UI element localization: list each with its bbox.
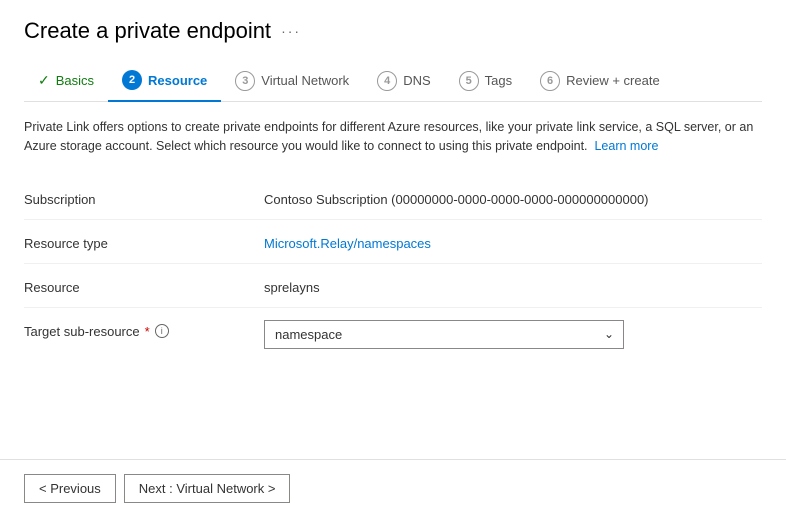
checkmark-icon: ✓ — [38, 72, 50, 89]
subscription-label: Subscription — [24, 188, 264, 207]
step-dns-label: DNS — [403, 73, 430, 88]
step-review-label: Review + create — [566, 73, 660, 88]
step-dns-number: 4 — [377, 71, 397, 91]
previous-button[interactable]: < Previous — [24, 474, 116, 503]
target-sub-resource-dropdown-container: namespace ⌄ — [264, 320, 624, 349]
step-resource[interactable]: 2 Resource — [108, 62, 221, 102]
step-vnet-label: Virtual Network — [261, 73, 349, 88]
subscription-row: Subscription Contoso Subscription (00000… — [24, 176, 762, 220]
step-review-create[interactable]: 6 Review + create — [526, 63, 674, 101]
title-row: Create a private endpoint ··· — [24, 18, 762, 44]
resource-value: sprelayns — [264, 276, 320, 295]
step-tags[interactable]: 5 Tags — [445, 63, 526, 101]
step-basics[interactable]: ✓ Basics — [24, 64, 108, 99]
target-sub-resource-row: Target sub-resource * i namespace ⌄ — [24, 308, 762, 361]
target-sub-resource-label: Target sub-resource * i — [24, 320, 264, 339]
info-text: Private Link offers options to create pr… — [24, 118, 762, 156]
resource-type-label: Resource type — [24, 232, 264, 251]
step-tags-label: Tags — [485, 73, 512, 88]
target-sub-resource-select[interactable]: namespace — [264, 320, 624, 349]
ellipsis-menu[interactable]: ··· — [281, 23, 301, 39]
step-resource-number: 2 — [122, 70, 142, 90]
required-star: * — [145, 324, 150, 339]
subscription-value: Contoso Subscription (00000000-0000-0000… — [264, 188, 649, 207]
target-sub-resource-label-text: Target sub-resource — [24, 324, 140, 339]
step-vnet-number: 3 — [235, 71, 255, 91]
steps-nav: ✓ Basics 2 Resource 3 Virtual Network 4 … — [24, 62, 762, 102]
main-content: Create a private endpoint ··· ✓ Basics 2… — [0, 0, 786, 459]
step-review-number: 6 — [540, 71, 560, 91]
learn-more-link[interactable]: Learn more — [594, 139, 658, 153]
step-dns[interactable]: 4 DNS — [363, 63, 444, 101]
next-button[interactable]: Next : Virtual Network > — [124, 474, 291, 503]
info-icon[interactable]: i — [155, 324, 169, 338]
resource-row: Resource sprelayns — [24, 264, 762, 308]
resource-type-value[interactable]: Microsoft.Relay/namespaces — [264, 232, 431, 251]
page-title: Create a private endpoint — [24, 18, 271, 44]
resource-label: Resource — [24, 276, 264, 295]
step-resource-label: Resource — [148, 73, 207, 88]
step-basics-label: Basics — [56, 73, 94, 88]
page-container: Create a private endpoint ··· ✓ Basics 2… — [0, 0, 786, 517]
footer: < Previous Next : Virtual Network > — [0, 459, 786, 517]
step-virtual-network[interactable]: 3 Virtual Network — [221, 63, 363, 101]
resource-type-row: Resource type Microsoft.Relay/namespaces — [24, 220, 762, 264]
step-tags-number: 5 — [459, 71, 479, 91]
form-section: Subscription Contoso Subscription (00000… — [24, 176, 762, 361]
